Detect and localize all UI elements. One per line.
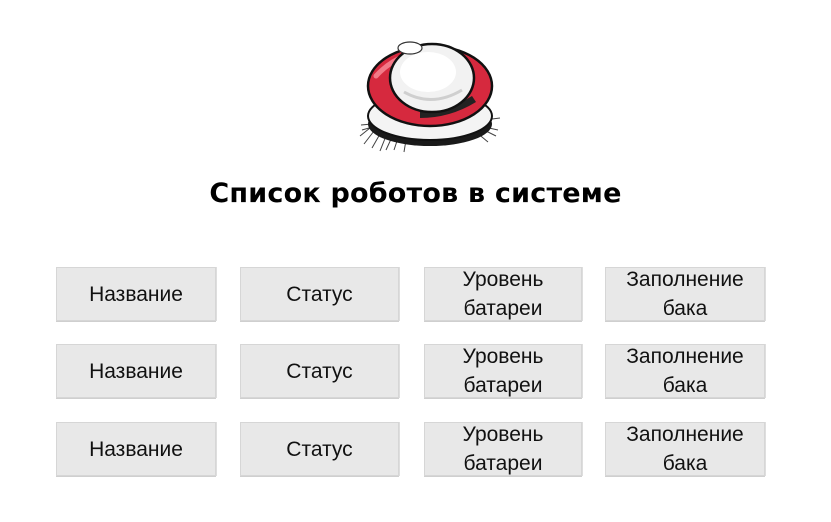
- robot-tank-label-line1: Заполнение: [626, 268, 744, 291]
- robot-battery-label-line2: батареи: [463, 452, 543, 475]
- robot-status-label: Статус: [286, 282, 353, 306]
- robot-battery-cell[interactable]: Уровень батареи: [424, 267, 582, 321]
- robot-tank-label-line1: Заполнение: [626, 423, 744, 446]
- robot-name-cell[interactable]: Название: [56, 267, 216, 321]
- robot-tank-label-line2: бака: [662, 452, 708, 475]
- robot-battery-label-line2: батареи: [463, 297, 543, 320]
- robot-name-label: Название: [89, 282, 183, 306]
- robot-status-label: Статус: [286, 437, 353, 461]
- robot-name-label: Название: [89, 437, 183, 461]
- robot-status-cell[interactable]: Статус: [240, 344, 399, 398]
- robot-battery-cell[interactable]: Уровень батареи: [424, 344, 582, 398]
- robot-name-label: Название: [89, 359, 183, 383]
- robot-tank-cell[interactable]: Заполнение бака: [605, 422, 765, 476]
- robot-status-cell[interactable]: Статус: [240, 267, 399, 321]
- robot-name-cell[interactable]: Название: [56, 344, 216, 398]
- robot-battery-label-line2: батареи: [463, 374, 543, 397]
- robots-grid: Название Статус Уровень батареи Заполнен…: [0, 0, 831, 522]
- robot-status-label: Статус: [286, 359, 353, 383]
- robot-battery-label-line1: Уровень: [462, 423, 544, 446]
- robot-name-cell[interactable]: Название: [56, 422, 216, 476]
- robot-tank-label-line2: бака: [662, 374, 708, 397]
- robot-battery-label-line1: Уровень: [462, 345, 544, 368]
- robot-tank-label-line1: Заполнение: [626, 345, 744, 368]
- robot-battery-cell[interactable]: Уровень батареи: [424, 422, 582, 476]
- robot-battery-label-line1: Уровень: [462, 268, 544, 291]
- robot-tank-cell[interactable]: Заполнение бака: [605, 267, 765, 321]
- robot-status-cell[interactable]: Статус: [240, 422, 399, 476]
- robot-tank-cell[interactable]: Заполнение бака: [605, 344, 765, 398]
- robot-tank-label-line2: бака: [662, 297, 708, 320]
